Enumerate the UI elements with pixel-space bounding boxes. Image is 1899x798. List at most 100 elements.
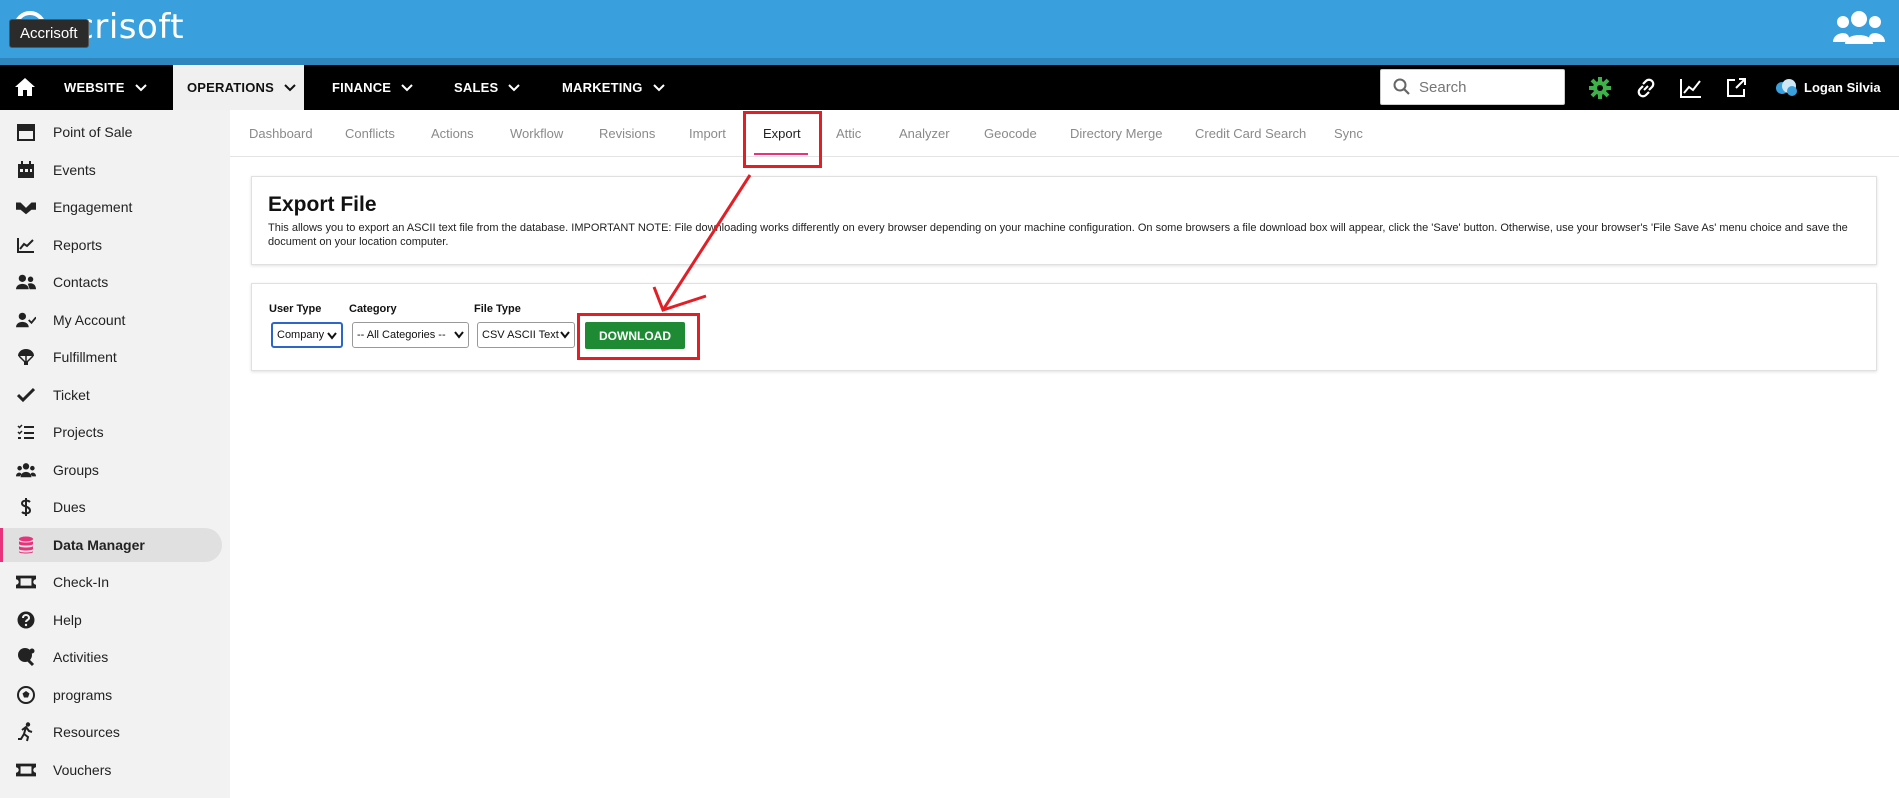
nav-website[interactable]: WEBSITE — [64, 65, 147, 110]
sidebar-item-label: Fulfillment — [53, 349, 117, 365]
sidebar-item-help[interactable]: Help — [0, 603, 222, 637]
sidebar-item-activities[interactable]: Activities — [0, 640, 222, 674]
main-navbar: WEBSITE OPERATIONS FINANCE SALES MARKETI… — [0, 65, 1899, 110]
tab-import[interactable]: Import — [689, 110, 726, 157]
sidebar-item-point-of-sale[interactable]: Point of Sale — [0, 115, 222, 149]
sidebar-item-fulfillment[interactable]: Fulfillment — [0, 340, 222, 374]
sidebar-item-label: programs — [53, 687, 113, 703]
top-header: ccrisoft Accrisoft — [0, 0, 1899, 58]
sidebar-item-contacts[interactable]: Contacts — [0, 265, 222, 299]
nav-marketing[interactable]: MARKETING — [562, 65, 665, 110]
check-icon — [16, 385, 36, 405]
link-icon[interactable] — [1634, 76, 1658, 100]
sidebar-item-label: Ticket — [53, 387, 90, 403]
chevron-down-icon — [508, 83, 521, 91]
sidebar-item-engagement[interactable]: Engagement — [0, 190, 222, 224]
nav-finance[interactable]: FINANCE — [332, 65, 413, 110]
sidebar-item-label: Help — [53, 612, 82, 628]
nav-marketing-label: MARKETING — [562, 80, 643, 95]
chevron-down-icon — [134, 83, 147, 91]
running-icon — [16, 722, 36, 742]
sidebar-item-label: Point of Sale — [53, 124, 133, 140]
user-menu[interactable]: Logan Silvia — [1774, 65, 1881, 110]
export-info-card: Export File This allows you to export an… — [251, 176, 1877, 265]
category-value: -- All Categories -- — [357, 329, 446, 341]
sidebar-item-label: Check-In — [53, 574, 110, 590]
sidebar-item-label: Contacts — [53, 274, 109, 290]
tab-attic[interactable]: Attic — [836, 110, 861, 157]
sidebar-item-projects[interactable]: Projects — [0, 415, 222, 449]
database-icon — [16, 535, 36, 555]
nav-sales[interactable]: SALES — [454, 65, 521, 110]
question-icon — [16, 610, 36, 630]
tab-analyzer[interactable]: Analyzer — [899, 110, 950, 157]
user-type-select[interactable]: Company — [271, 322, 343, 348]
tab-dashboard[interactable]: Dashboard — [249, 110, 313, 157]
nav-sales-label: SALES — [454, 80, 499, 95]
sidebar-item-resources[interactable]: Resources — [0, 715, 222, 749]
page-title: Export File — [268, 193, 377, 216]
handshake-icon — [16, 197, 36, 217]
sidebar-item-label: Projects — [53, 424, 104, 440]
sidebar-item-ticket[interactable]: Ticket — [0, 378, 222, 412]
logo-tooltip: Accrisoft — [9, 19, 89, 48]
external-link-icon[interactable] — [1724, 76, 1748, 100]
user-avatar-icon — [1776, 78, 1797, 96]
sidebar-item-vouchers[interactable]: Vouchers — [0, 753, 222, 787]
users-icon — [16, 272, 36, 292]
sidebar-item-label: Reports — [53, 237, 103, 253]
sidebar-item-check-in[interactable]: Check-In — [0, 565, 222, 599]
sidebar-item-reports[interactable]: Reports — [0, 228, 222, 262]
tab-conflicts[interactable]: Conflicts — [345, 110, 395, 157]
sidebar-item-label: Groups — [53, 462, 99, 478]
sidebar-item-label: Activities — [53, 649, 109, 665]
tab-credit-card-search[interactable]: Credit Card Search — [1195, 110, 1306, 157]
nav-operations-label: OPERATIONS — [187, 80, 274, 95]
users-icon[interactable] — [1833, 8, 1885, 46]
tab-revisions[interactable]: Revisions — [599, 110, 655, 157]
tab-actions[interactable]: Actions — [431, 110, 474, 157]
tab-bar: Dashboard Conflicts Actions Workflow Rev… — [230, 110, 1899, 157]
file-type-select[interactable]: CSV ASCII Text — [477, 322, 575, 348]
user-check-icon — [16, 310, 36, 330]
ticket-icon — [16, 572, 36, 592]
sidebar-item-label: Events — [53, 162, 96, 178]
calendar-icon — [16, 160, 36, 180]
home-icon[interactable] — [12, 74, 38, 100]
nav-operations[interactable]: OPERATIONS — [173, 65, 304, 110]
tab-geocode[interactable]: Geocode — [984, 110, 1037, 157]
chart-line-icon — [16, 235, 36, 255]
sidebar-item-my-account[interactable]: My Account — [0, 303, 222, 337]
dollar-icon — [16, 497, 36, 517]
download-button-highlight — [577, 313, 700, 360]
sidebar-item-label: Dues — [53, 499, 86, 515]
gear-icon[interactable] — [1588, 76, 1612, 100]
nav-website-label: WEBSITE — [64, 80, 125, 95]
sidebar-item-data-manager[interactable]: Data Manager — [0, 528, 222, 562]
chart-line-icon[interactable] — [1679, 76, 1703, 100]
tab-directory-merge[interactable]: Directory Merge — [1070, 110, 1162, 157]
category-select[interactable]: -- All Categories -- — [352, 322, 469, 348]
chevron-down-icon — [652, 83, 665, 91]
search-icon — [1393, 78, 1410, 95]
category-label: Category — [349, 303, 397, 315]
export-description: This allows you to export an ASCII text … — [268, 222, 1848, 248]
sidebar: Point of Sale Events Engagement Reports … — [0, 110, 230, 798]
tab-workflow[interactable]: Workflow — [510, 110, 563, 157]
annotation-arrow-icon — [652, 174, 752, 312]
search-input[interactable] — [1419, 78, 1559, 96]
ping-pong-icon — [16, 647, 36, 667]
chevron-down-icon — [327, 332, 337, 340]
sidebar-item-programs[interactable]: programs — [0, 678, 222, 712]
sidebar-item-events[interactable]: Events — [0, 153, 222, 187]
chevron-down-icon — [401, 83, 413, 91]
parachute-icon — [16, 347, 36, 367]
sidebar-item-groups[interactable]: Groups — [0, 453, 222, 487]
sidebar-item-dues[interactable]: Dues — [0, 490, 222, 524]
file-type-value: CSV ASCII Text — [482, 329, 559, 341]
sidebar-item-label: Engagement — [53, 199, 133, 215]
sidebar-item-label: Vouchers — [53, 762, 112, 778]
tab-sync[interactable]: Sync — [1334, 110, 1363, 157]
voucher-icon — [16, 760, 36, 780]
search-box[interactable] — [1380, 69, 1565, 105]
